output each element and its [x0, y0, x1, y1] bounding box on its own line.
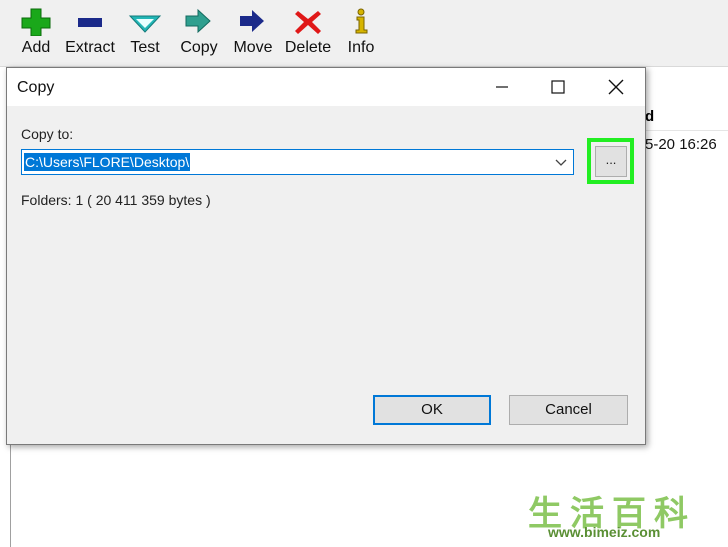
info-label: Info — [347, 39, 375, 56]
close-icon — [608, 79, 624, 95]
double-arrow-icon — [178, 6, 220, 36]
copy-to-label: Copy to: — [21, 126, 74, 142]
add-label: Add — [21, 39, 51, 56]
test-button[interactable]: Test — [126, 6, 164, 62]
extract-button[interactable]: Extract — [64, 6, 116, 62]
toolbar: Add Extract Test Copy Move Delete Info — [0, 0, 728, 67]
check-icon — [126, 6, 164, 36]
delete-label: Delete — [284, 39, 332, 56]
destination-path-combobox[interactable]: C:\Users\FLORE\Desktop\ — [21, 149, 574, 175]
copy-dialog: Copy Copy to: C:\Users\FLORE\Desktop\ ..… — [6, 67, 646, 445]
dialog-title: Copy — [17, 79, 55, 96]
maximize-icon — [551, 80, 565, 94]
minimize-button[interactable] — [475, 68, 529, 106]
watermark-url: www.bimeiz.com — [548, 524, 661, 540]
ok-button[interactable]: OK — [373, 395, 491, 425]
chevron-down-icon[interactable] — [555, 156, 567, 168]
copy-label: Copy — [180, 39, 218, 56]
list-cell-modified[interactable]: 5-20 16:26 — [645, 136, 717, 153]
plus-icon — [18, 6, 54, 37]
minimize-icon — [496, 86, 508, 88]
info-button[interactable]: Info — [344, 6, 378, 62]
add-button[interactable]: Add — [18, 6, 54, 62]
move-label: Move — [233, 39, 273, 56]
cancel-button[interactable]: Cancel — [509, 395, 628, 425]
destination-path-text[interactable]: C:\Users\FLORE\Desktop\ — [24, 153, 191, 171]
info-icon — [344, 6, 378, 36]
maximize-button[interactable] — [531, 68, 585, 106]
x-icon — [284, 6, 332, 36]
move-button[interactable]: Move — [232, 6, 274, 62]
watermark: 生活百科 www.bimeiz.com — [528, 486, 728, 546]
dialog-titlebar[interactable]: Copy — [7, 68, 645, 106]
delete-button[interactable]: Delete — [284, 6, 332, 62]
minus-icon — [64, 6, 116, 36]
test-label: Test — [130, 39, 160, 56]
browse-button[interactable]: ... — [595, 146, 627, 177]
close-button[interactable] — [589, 68, 643, 106]
arrow-right-icon — [232, 6, 274, 36]
extract-label: Extract — [65, 39, 115, 56]
copy-button[interactable]: Copy — [178, 6, 220, 62]
folders-info: Folders: 1 ( 20 411 359 bytes ) — [21, 192, 211, 208]
column-header-modified[interactable]: d — [645, 100, 728, 131]
